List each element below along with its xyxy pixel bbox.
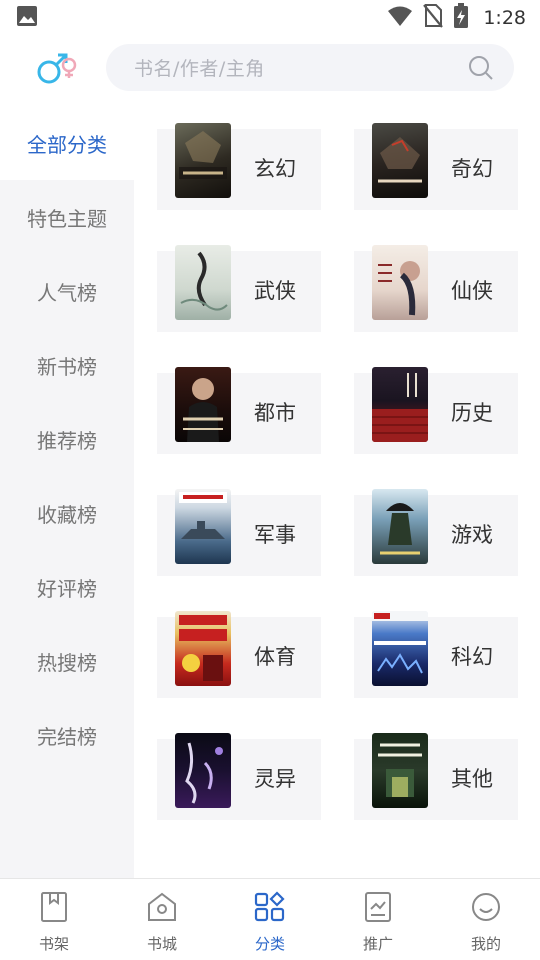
category-label: 武侠 — [254, 279, 296, 303]
book-cover — [372, 367, 428, 442]
book-cover — [175, 245, 231, 320]
category-card-qita[interactable]: 其他 — [354, 733, 518, 820]
no-sim-icon — [423, 4, 444, 32]
nav-item-bookshelf[interactable]: 书架 — [0, 879, 108, 960]
bookshelf-icon — [39, 891, 69, 927]
category-label: 历史 — [451, 401, 493, 425]
book-cover — [372, 245, 428, 320]
bookstore-icon — [146, 891, 178, 927]
bottom-navigation: 书架 书城 分类 推广 我的 — [0, 878, 540, 960]
category-card-qihuan[interactable]: 奇幻 — [354, 123, 518, 210]
book-cover — [372, 489, 428, 564]
sidebar-item-new[interactable]: 新书榜 — [0, 328, 134, 402]
search-icon[interactable] — [468, 55, 494, 81]
category-icon — [254, 891, 286, 927]
nav-item-promotion[interactable]: 推广 — [324, 879, 432, 960]
header: 书名/作者/主角 — [0, 36, 540, 100]
book-cover — [175, 123, 231, 198]
sidebar-item-completed[interactable]: 完结榜 — [0, 698, 134, 772]
category-card-dushi[interactable]: 都市 — [157, 367, 321, 454]
nav-label-promotion: 推广 — [362, 935, 393, 953]
nav-item-bookstore[interactable]: 书城 — [108, 879, 216, 960]
category-label: 体育 — [254, 645, 296, 669]
nav-label-bookshelf: 书架 — [38, 935, 69, 953]
nav-label-bookstore: 书城 — [146, 935, 177, 953]
sidebar-item-all[interactable]: 全部分类 — [0, 106, 134, 180]
category-card-lingyi[interactable]: 灵异 — [157, 733, 321, 820]
sidebar-item-hot-search[interactable]: 热搜榜 — [0, 624, 134, 698]
nav-label-profile: 我的 — [470, 935, 501, 953]
book-cover — [372, 733, 428, 808]
category-label: 游戏 — [451, 523, 493, 547]
category-card-tiyu[interactable]: 体育 — [157, 611, 321, 698]
category-label: 灵异 — [254, 767, 296, 791]
battery-charging-icon — [453, 3, 469, 33]
category-label: 科幻 — [451, 645, 493, 669]
status-time: 1:28 — [483, 7, 526, 29]
category-card-kehuan[interactable]: 科幻 — [354, 611, 518, 698]
category-card-lishi[interactable]: 历史 — [354, 367, 518, 454]
gender-switch-icon[interactable] — [34, 48, 82, 88]
category-card-junshi[interactable]: 军事 — [157, 489, 321, 576]
category-label: 其他 — [451, 767, 493, 791]
category-card-youxi[interactable]: 游戏 — [354, 489, 518, 576]
nav-item-category[interactable]: 分类 — [216, 879, 324, 960]
profile-icon — [470, 891, 502, 927]
book-cover — [175, 611, 231, 686]
category-label: 军事 — [254, 523, 296, 547]
search-placeholder: 书名/作者/主角 — [134, 58, 265, 80]
sidebar-item-rating[interactable]: 好评榜 — [0, 550, 134, 624]
book-cover — [175, 367, 231, 442]
category-card-xianxia[interactable]: 仙侠 — [354, 245, 518, 332]
book-cover — [372, 123, 428, 198]
image-icon — [16, 5, 38, 31]
category-card-xuanhuan[interactable]: 玄幻 — [157, 123, 321, 210]
sidebar-item-featured[interactable]: 特色主题 — [0, 180, 134, 254]
wifi-icon — [387, 5, 413, 31]
sidebar-item-favorites[interactable]: 收藏榜 — [0, 476, 134, 550]
category-sidebar: 全部分类 特色主题 人气榜 新书榜 推荐榜 收藏榜 好评榜 热搜榜 完结榜 — [0, 106, 134, 878]
category-label: 奇幻 — [451, 157, 493, 181]
category-label: 玄幻 — [254, 157, 296, 181]
sidebar-item-popular[interactable]: 人气榜 — [0, 254, 134, 328]
category-card-wuxia[interactable]: 武侠 — [157, 245, 321, 332]
sidebar-item-recommend[interactable]: 推荐榜 — [0, 402, 134, 476]
promotion-icon — [363, 891, 393, 927]
status-bar: 1:28 — [0, 0, 540, 36]
book-cover — [372, 611, 428, 686]
category-label: 都市 — [254, 401, 296, 425]
book-cover — [175, 489, 231, 564]
category-label: 仙侠 — [451, 279, 493, 303]
nav-label-category: 分类 — [254, 935, 285, 953]
search-input[interactable]: 书名/作者/主角 — [106, 44, 514, 91]
book-cover — [175, 733, 231, 808]
nav-item-profile[interactable]: 我的 — [432, 879, 540, 960]
